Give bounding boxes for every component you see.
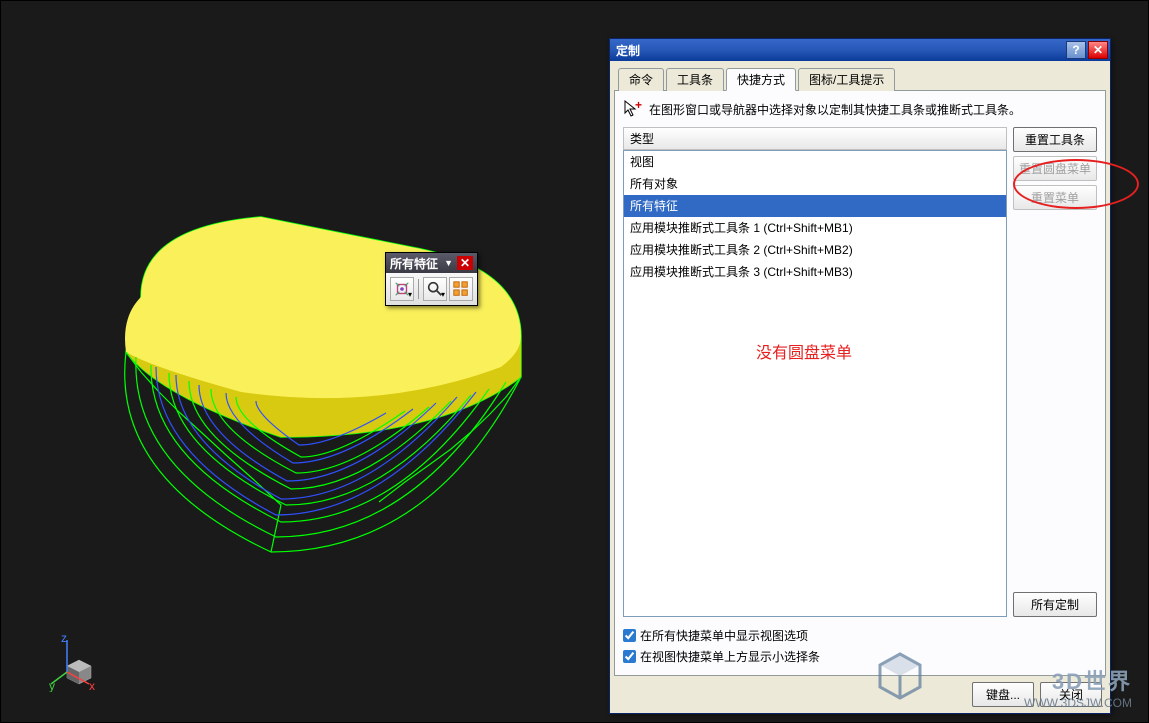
feature-toolbar[interactable]: 所有特征 ▼ ✕ ▾ ▾ <box>385 252 478 306</box>
svg-text:x: x <box>89 679 95 692</box>
watermark-brand: 3D世界 <box>1024 664 1132 696</box>
list-column-header[interactable]: 类型 <box>623 127 1007 150</box>
model-3d[interactable] <box>81 197 551 557</box>
list-item[interactable]: 所有对象 <box>624 173 1006 195</box>
type-list[interactable]: 视图 所有对象 所有特征 应用模块推断式工具条 1 (Ctrl+Shift+MB… <box>623 150 1007 617</box>
move-icon[interactable]: ▾ <box>390 277 414 301</box>
zoom-icon[interactable]: ▾ <box>423 277 447 301</box>
checkbox[interactable] <box>623 650 636 663</box>
tab-shortcuts[interactable]: 快捷方式 <box>726 68 796 91</box>
dialog-titlebar[interactable]: 定制 ? ✕ <box>610 39 1110 61</box>
chevron-down-icon[interactable]: ▼ <box>444 258 453 268</box>
customize-dialog: 定制 ? ✕ 命令 工具条 快捷方式 图标/工具提示 + 在图形窗口或导航器中选… <box>609 38 1111 714</box>
all-custom-button[interactable]: 所有定制 <box>1013 592 1097 617</box>
list-item[interactable]: 视图 <box>624 151 1006 173</box>
check-view-options[interactable]: 在所有快捷菜单中显示视图选项 <box>623 625 1097 646</box>
svg-text:z: z <box>61 632 67 645</box>
dialog-title: 定制 <box>616 42 1066 59</box>
tab-commands[interactable]: 命令 <box>618 68 664 91</box>
cursor-plus-icon: + <box>623 99 643 119</box>
help-icon[interactable]: ? <box>1066 41 1086 59</box>
reset-toolbar-button[interactable]: 重置工具条 <box>1013 127 1097 152</box>
grid-icon[interactable] <box>449 277 473 301</box>
list-item[interactable]: 所有特征 <box>624 195 1006 217</box>
checkbox[interactable] <box>623 629 636 642</box>
watermark: 3D世界 WWW.3DSJW.COM <box>1024 664 1132 710</box>
watermark-url: WWW.3DSJW.COM <box>1024 696 1132 710</box>
close-icon[interactable]: ✕ <box>1088 41 1108 59</box>
tab-strip: 命令 工具条 快捷方式 图标/工具提示 <box>614 67 1106 90</box>
reset-pie-button: 重置圆盘菜单 <box>1013 156 1097 181</box>
svg-text:+: + <box>635 99 642 112</box>
tab-icons[interactable]: 图标/工具提示 <box>798 68 895 91</box>
instruction-text: 在图形窗口或导航器中选择对象以定制其快捷工具条或推断式工具条。 <box>649 101 1021 118</box>
watermark-cube-icon <box>872 648 928 704</box>
toolbar-title: 所有特征 <box>390 255 440 272</box>
reset-menu-button: 重置菜单 <box>1013 185 1097 210</box>
list-item[interactable]: 应用模块推断式工具条 2 (Ctrl+Shift+MB2) <box>624 239 1006 261</box>
list-item[interactable]: 应用模块推断式工具条 1 (Ctrl+Shift+MB1) <box>624 217 1006 239</box>
coordinate-gizmo[interactable]: z y x <box>49 632 109 692</box>
tab-toolbars[interactable]: 工具条 <box>666 68 724 91</box>
close-icon[interactable]: ✕ <box>457 256 473 270</box>
list-item[interactable]: 应用模块推断式工具条 3 (Ctrl+Shift+MB3) <box>624 261 1006 283</box>
svg-text:y: y <box>49 679 55 692</box>
